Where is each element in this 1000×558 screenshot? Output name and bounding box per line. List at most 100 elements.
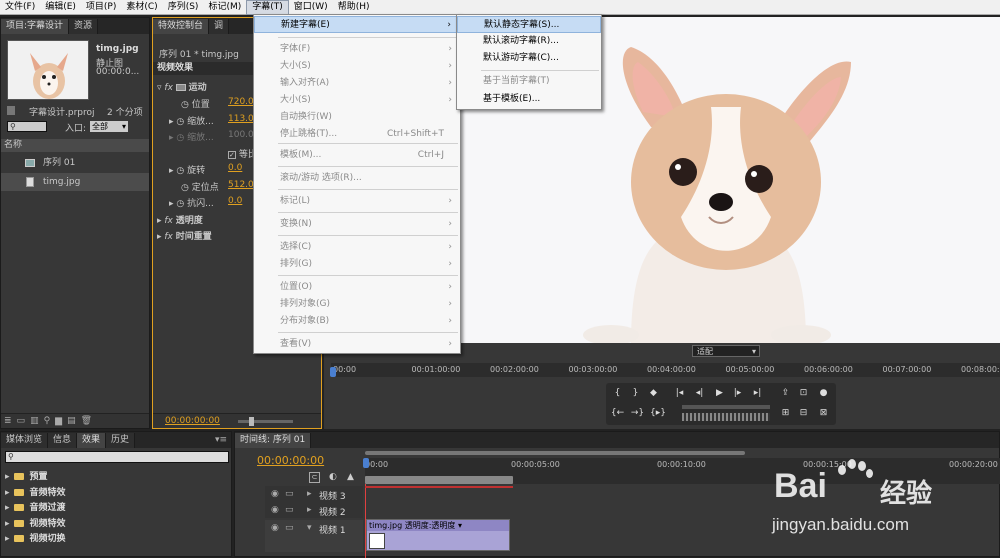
marker-icon[interactable]: ◆	[646, 387, 661, 400]
lock-icon[interactable]: ▭	[285, 523, 294, 533]
play-icon[interactable]: ▶	[712, 387, 727, 400]
work-area-bar[interactable]	[365, 476, 513, 484]
title-menu-item-16[interactable]: 查看(V) ›	[254, 336, 460, 353]
opacity-row[interactable]: ▸ fx 透明度	[157, 213, 203, 226]
tab-timeline-sequence[interactable]: 时间线: 序列 01	[235, 433, 312, 448]
multi-camera-icon[interactable]: ⊟	[796, 407, 811, 420]
fit-select[interactable]: 适配 ▾	[692, 345, 760, 357]
timecode-display[interactable]: 00:00:00:00	[165, 416, 220, 426]
flicker-value[interactable]: 0.0	[228, 196, 242, 206]
scale-value[interactable]: 113.0	[228, 114, 254, 124]
list-item-sequence[interactable]: 序列 01	[1, 154, 149, 172]
go-to-next-edit-icon[interactable]: →}	[630, 407, 645, 420]
submenu-item-2[interactable]: 默认游动字幕(C)...	[457, 50, 601, 67]
stopwatch-icon[interactable]: ◷	[176, 166, 184, 176]
go-to-out-icon[interactable]: ▸|	[750, 387, 765, 400]
title-menu-item-6[interactable]: 停止跳格(T)... Ctrl+Shift+T	[254, 126, 460, 143]
collapse-triangle-icon[interactable]: ▾	[307, 523, 312, 533]
stopwatch-icon[interactable]: ◷	[176, 117, 184, 127]
list-view-icon[interactable]: ≣	[4, 416, 17, 426]
mark-in-icon[interactable]: {	[610, 387, 625, 400]
eye-icon[interactable]: ◉	[271, 523, 279, 533]
title-menu-item-13[interactable]: 位置(O) ›	[254, 279, 460, 296]
menu-title[interactable]: 字幕(T)	[246, 0, 289, 15]
submenu-item-4[interactable]: 基于模板(E)...	[457, 91, 601, 108]
title-menu-item-7[interactable]: 模板(M)... Ctrl+J	[254, 147, 460, 164]
title-menu-item-15[interactable]: 分布对象(B) ›	[254, 313, 460, 330]
title-menu-item-1[interactable]: 字体(F) ›	[254, 41, 460, 58]
submenu-item-1[interactable]: 默认滚动字幕(R)...	[457, 33, 601, 50]
effects-search-input[interactable]: ⚲	[5, 451, 229, 463]
tab-project[interactable]: 项目:字幕设计	[1, 19, 70, 34]
set-marker-icon[interactable]: ▲	[347, 472, 354, 482]
panel-menu-icon[interactable]: ▾≡	[211, 433, 231, 448]
step-back-icon[interactable]: ◂|	[692, 387, 707, 400]
eye-icon[interactable]: ◉	[271, 505, 279, 515]
jog-wheel[interactable]	[682, 413, 770, 421]
program-playhead[interactable]	[330, 367, 336, 377]
stopwatch-icon[interactable]: ◷	[181, 183, 189, 193]
timeline-clip[interactable]: timg.jpg 透明度:透明度 ▾	[366, 519, 510, 551]
delete-icon[interactable]: 🗑	[81, 416, 97, 426]
effects-folder-item[interactable]: ▸ 视频特效	[5, 516, 66, 529]
go-to-in-icon[interactable]: |◂	[672, 387, 687, 400]
zoom-slider[interactable]	[238, 420, 293, 423]
menu-clip[interactable]: 素材(C)	[121, 0, 162, 15]
position-value[interactable]: 720.0	[228, 97, 254, 107]
icon-view-icon[interactable]: ▭	[17, 416, 31, 426]
list-item-timg[interactable]: timg.jpg	[1, 173, 149, 191]
anchor-value[interactable]: 512.0	[228, 180, 254, 190]
effects-folder-item[interactable]: ▸ 音频特效	[5, 485, 66, 498]
output-icon[interactable]: ●	[816, 387, 831, 400]
tab-media-browser[interactable]: 媒体浏览	[1, 433, 49, 448]
new-bin-icon[interactable]: ▆	[55, 416, 67, 426]
menu-edit[interactable]: 编辑(E)	[40, 0, 81, 15]
menu-marker[interactable]: 标记(M)	[203, 0, 246, 15]
track-header[interactable]: ◉ ▭ ▸ 视频 3	[265, 486, 363, 502]
title-menu-item-4[interactable]: 大小(S) ›	[254, 92, 460, 109]
title-menu-item-2[interactable]: 大小(S) ›	[254, 58, 460, 75]
tab-audio-mixer[interactable]: 调	[209, 19, 230, 34]
title-menu-item-10[interactable]: 变换(N) ›	[254, 216, 460, 233]
tab-effects[interactable]: 效果	[77, 433, 107, 448]
mark-out-icon[interactable]: }	[628, 387, 643, 400]
lock-icon[interactable]: ▭	[285, 489, 294, 499]
title-menu-item-5[interactable]: 自动换行(W)	[254, 109, 460, 126]
menu-sequence[interactable]: 序列(S)	[163, 0, 204, 15]
title-menu-item-12[interactable]: 排列(G) ›	[254, 256, 460, 273]
submenu-item-3[interactable]: 基于当前字幕(T)	[457, 73, 601, 90]
snap-icon[interactable]: ⊂	[309, 472, 320, 483]
collapse-triangle-icon[interactable]: ▸	[307, 489, 312, 499]
safe-margins-icon[interactable]: ⊠	[816, 407, 831, 420]
menu-window[interactable]: 窗口(W)	[289, 0, 333, 15]
menu-file[interactable]: 文件(F)	[0, 0, 40, 15]
submenu-item-0[interactable]: 默认静态字幕(S)...	[457, 16, 601, 33]
tab-history[interactable]: 历史	[106, 433, 136, 448]
stopwatch-icon[interactable]: ◷	[176, 199, 184, 209]
time-remap-row[interactable]: ▸ fx 时间重置	[157, 229, 212, 242]
title-menu-item-11[interactable]: 选择(C) ›	[254, 239, 460, 256]
automate-icon[interactable]: ▥	[30, 416, 44, 426]
eye-icon[interactable]: ◉	[271, 489, 279, 499]
lift-icon[interactable]: ⇪	[778, 387, 793, 400]
title-menu-item-0[interactable]: 新建字幕(E) ›	[254, 16, 460, 33]
tab-effect-controls[interactable]: 特效控制台	[153, 19, 210, 34]
timeline-timecode[interactable]: 00:00:00:00	[257, 454, 324, 467]
shuttle-slider[interactable]	[682, 405, 770, 409]
timeline-playhead-marker[interactable]	[363, 458, 369, 468]
go-to-prev-edit-icon[interactable]: {←	[610, 407, 625, 420]
menu-project[interactable]: 项目(P)	[81, 0, 121, 15]
collapse-triangle-icon[interactable]: ▸	[307, 505, 312, 515]
play-in-to-out-icon[interactable]: {▸}	[650, 407, 666, 420]
zoom-slider-handle[interactable]	[249, 417, 254, 426]
tab-info[interactable]: 信息	[48, 433, 78, 448]
find-icon[interactable]: ⚲	[44, 416, 56, 426]
track-header[interactable]: ◉ ▭ ▸ 视频 2	[265, 502, 363, 518]
title-menu-item-14[interactable]: 排列对象(G) ›	[254, 296, 460, 313]
motion-row[interactable]: ▿ fx 运动	[157, 80, 207, 93]
title-menu-item-8[interactable]: 滚动/游动 选项(R)...	[254, 170, 460, 187]
effects-folder-item[interactable]: ▸ 预置	[5, 469, 48, 482]
new-item-icon[interactable]: ▤	[67, 416, 81, 426]
extract-icon[interactable]: ⊡	[796, 387, 811, 400]
program-time-ruler[interactable]: 00:00 00:01:00:00 00:02:00:00 00:03:00:00 00…	[331, 363, 1000, 377]
